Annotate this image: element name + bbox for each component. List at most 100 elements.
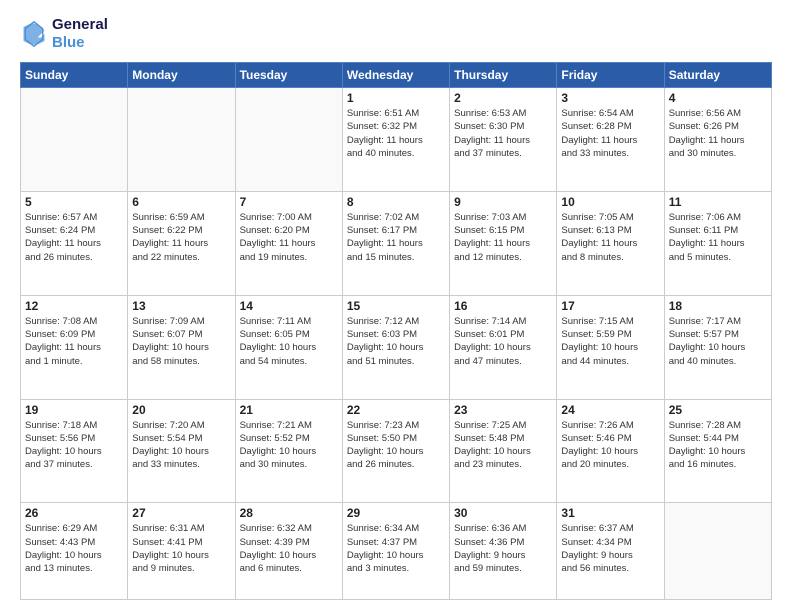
page: General Blue SundayMondayTuesdayWednesda… — [0, 0, 792, 612]
day-info: Sunrise: 7:05 AM Sunset: 6:13 PM Dayligh… — [561, 211, 659, 264]
day-number: 7 — [240, 195, 338, 209]
calendar-cell — [664, 503, 771, 600]
calendar-cell: 18 Sunrise: 7:17 AM Sunset: 5:57 PM Dayli… — [664, 295, 771, 399]
day-number: 28 — [240, 506, 338, 520]
day-number: 30 — [454, 506, 552, 520]
day-info: Sunrise: 7:06 AM Sunset: 6:11 PM Dayligh… — [669, 211, 767, 264]
calendar-table: SundayMondayTuesdayWednesdayThursdayFrid… — [20, 62, 772, 600]
calendar-cell: 15 Sunrise: 7:12 AM Sunset: 6:03 PM Dayli… — [342, 295, 449, 399]
weekday-header-tuesday: Tuesday — [235, 63, 342, 88]
day-number: 13 — [132, 299, 230, 313]
day-number: 11 — [669, 195, 767, 209]
calendar-week-row: 12 Sunrise: 7:08 AM Sunset: 6:09 PM Dayli… — [21, 295, 772, 399]
calendar-week-row: 26Sunrise: 6:29 AM Sunset: 4:43 PM Dayli… — [21, 503, 772, 600]
day-number: 5 — [25, 195, 123, 209]
day-info: Sunrise: 6:53 AM Sunset: 6:30 PM Dayligh… — [454, 107, 552, 160]
day-number: 9 — [454, 195, 552, 209]
calendar-cell: 7Sunrise: 7:00 AM Sunset: 6:20 PM Daylig… — [235, 191, 342, 295]
day-info: Sunrise: 6:56 AM Sunset: 6:26 PM Dayligh… — [669, 107, 767, 160]
day-number: 16 — [454, 299, 552, 313]
weekday-header-monday: Monday — [128, 63, 235, 88]
day-info: Sunrise: 7:18 AM Sunset: 5:56 PM Dayligh… — [25, 419, 123, 472]
calendar-cell: 1Sunrise: 6:51 AM Sunset: 6:32 PM Daylig… — [342, 88, 449, 192]
header: General Blue — [20, 16, 772, 52]
logo-text: General Blue — [52, 16, 108, 52]
calendar-week-row: 5 Sunrise: 6:57 AM Sunset: 6:24 PM Daylig… — [21, 191, 772, 295]
day-info: Sunrise: 6:37 AM Sunset: 4:34 PM Dayligh… — [561, 522, 659, 575]
day-info: Sunrise: 7:23 AM Sunset: 5:50 PM Dayligh… — [347, 419, 445, 472]
day-number: 21 — [240, 403, 338, 417]
calendar-cell: 23 Sunrise: 7:25 AM Sunset: 5:48 PM Dayli… — [450, 399, 557, 503]
day-info: Sunrise: 7:12 AM Sunset: 6:03 PM Dayligh… — [347, 315, 445, 368]
day-info: Sunrise: 7:17 AM Sunset: 5:57 PM Dayligh… — [669, 315, 767, 368]
day-info: Sunrise: 7:25 AM Sunset: 5:48 PM Dayligh… — [454, 419, 552, 472]
calendar-cell: 13Sunrise: 7:09 AM Sunset: 6:07 PM Dayli… — [128, 295, 235, 399]
day-number: 14 — [240, 299, 338, 313]
day-info: Sunrise: 7:08 AM Sunset: 6:09 PM Dayligh… — [25, 315, 123, 368]
day-number: 3 — [561, 91, 659, 105]
day-number: 4 — [669, 91, 767, 105]
day-number: 6 — [132, 195, 230, 209]
calendar-cell: 8 Sunrise: 7:02 AM Sunset: 6:17 PM Daylig… — [342, 191, 449, 295]
calendar-cell: 22 Sunrise: 7:23 AM Sunset: 5:50 PM Dayli… — [342, 399, 449, 503]
calendar-cell: 30 Sunrise: 6:36 AM Sunset: 4:36 PM Dayli… — [450, 503, 557, 600]
day-info: Sunrise: 7:28 AM Sunset: 5:44 PM Dayligh… — [669, 419, 767, 472]
weekday-header-saturday: Saturday — [664, 63, 771, 88]
day-number: 15 — [347, 299, 445, 313]
day-info: Sunrise: 6:59 AM Sunset: 6:22 PM Dayligh… — [132, 211, 230, 264]
day-number: 19 — [25, 403, 123, 417]
logo-icon — [20, 20, 48, 48]
day-number: 22 — [347, 403, 445, 417]
calendar-cell: 14 Sunrise: 7:11 AM Sunset: 6:05 PM Dayli… — [235, 295, 342, 399]
day-info: Sunrise: 7:26 AM Sunset: 5:46 PM Dayligh… — [561, 419, 659, 472]
calendar-cell: 29 Sunrise: 6:34 AM Sunset: 4:37 PM Dayli… — [342, 503, 449, 600]
day-info: Sunrise: 6:31 AM Sunset: 4:41 PM Dayligh… — [132, 522, 230, 575]
calendar-week-row: 1Sunrise: 6:51 AM Sunset: 6:32 PM Daylig… — [21, 88, 772, 192]
day-number: 17 — [561, 299, 659, 313]
calendar-cell: 3Sunrise: 6:54 AM Sunset: 6:28 PM Daylig… — [557, 88, 664, 192]
calendar-cell: 20Sunrise: 7:20 AM Sunset: 5:54 PM Dayli… — [128, 399, 235, 503]
day-info: Sunrise: 6:36 AM Sunset: 4:36 PM Dayligh… — [454, 522, 552, 575]
calendar-cell: 11 Sunrise: 7:06 AM Sunset: 6:11 PM Dayli… — [664, 191, 771, 295]
day-number: 20 — [132, 403, 230, 417]
day-info: Sunrise: 7:03 AM Sunset: 6:15 PM Dayligh… — [454, 211, 552, 264]
logo: General Blue — [20, 16, 108, 52]
day-info: Sunrise: 7:21 AM Sunset: 5:52 PM Dayligh… — [240, 419, 338, 472]
day-info: Sunrise: 6:34 AM Sunset: 4:37 PM Dayligh… — [347, 522, 445, 575]
calendar-cell: 28 Sunrise: 6:32 AM Sunset: 4:39 PM Dayli… — [235, 503, 342, 600]
day-number: 18 — [669, 299, 767, 313]
calendar-cell — [21, 88, 128, 192]
weekday-header-thursday: Thursday — [450, 63, 557, 88]
day-info: Sunrise: 7:11 AM Sunset: 6:05 PM Dayligh… — [240, 315, 338, 368]
calendar-cell — [235, 88, 342, 192]
day-info: Sunrise: 6:51 AM Sunset: 6:32 PM Dayligh… — [347, 107, 445, 160]
calendar-cell: 26Sunrise: 6:29 AM Sunset: 4:43 PM Dayli… — [21, 503, 128, 600]
calendar-cell: 31Sunrise: 6:37 AM Sunset: 4:34 PM Dayli… — [557, 503, 664, 600]
weekday-header-wednesday: Wednesday — [342, 63, 449, 88]
weekday-header-friday: Friday — [557, 63, 664, 88]
day-number: 23 — [454, 403, 552, 417]
calendar-cell: 19 Sunrise: 7:18 AM Sunset: 5:56 PM Dayli… — [21, 399, 128, 503]
day-number: 10 — [561, 195, 659, 209]
day-number: 27 — [132, 506, 230, 520]
calendar-cell: 25Sunrise: 7:28 AM Sunset: 5:44 PM Dayli… — [664, 399, 771, 503]
day-number: 29 — [347, 506, 445, 520]
day-info: Sunrise: 7:14 AM Sunset: 6:01 PM Dayligh… — [454, 315, 552, 368]
calendar-cell: 6 Sunrise: 6:59 AM Sunset: 6:22 PM Daylig… — [128, 191, 235, 295]
day-info: Sunrise: 6:57 AM Sunset: 6:24 PM Dayligh… — [25, 211, 123, 264]
day-number: 24 — [561, 403, 659, 417]
day-number: 12 — [25, 299, 123, 313]
calendar-cell: 17 Sunrise: 7:15 AM Sunset: 5:59 PM Dayli… — [557, 295, 664, 399]
day-info: Sunrise: 7:15 AM Sunset: 5:59 PM Dayligh… — [561, 315, 659, 368]
day-info: Sunrise: 6:32 AM Sunset: 4:39 PM Dayligh… — [240, 522, 338, 575]
calendar-cell: 21 Sunrise: 7:21 AM Sunset: 5:52 PM Dayli… — [235, 399, 342, 503]
calendar-cell: 24 Sunrise: 7:26 AM Sunset: 5:46 PM Dayli… — [557, 399, 664, 503]
calendar-week-row: 19 Sunrise: 7:18 AM Sunset: 5:56 PM Dayli… — [21, 399, 772, 503]
weekday-header-sunday: Sunday — [21, 63, 128, 88]
day-number: 26 — [25, 506, 123, 520]
day-number: 8 — [347, 195, 445, 209]
day-number: 2 — [454, 91, 552, 105]
calendar-cell: 27 Sunrise: 6:31 AM Sunset: 4:41 PM Dayli… — [128, 503, 235, 600]
calendar-cell: 16 Sunrise: 7:14 AM Sunset: 6:01 PM Dayli… — [450, 295, 557, 399]
day-info: Sunrise: 7:02 AM Sunset: 6:17 PM Dayligh… — [347, 211, 445, 264]
